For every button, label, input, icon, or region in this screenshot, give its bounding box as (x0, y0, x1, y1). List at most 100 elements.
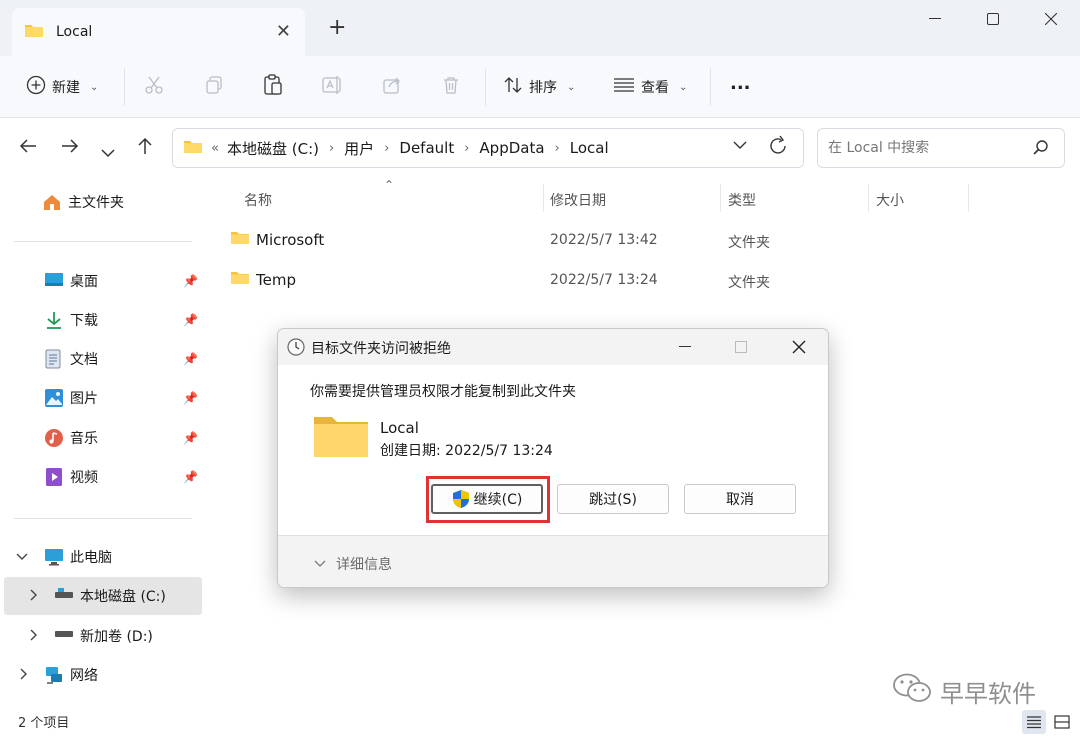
home-icon (42, 192, 62, 212)
close-window-button[interactable] (1022, 0, 1080, 38)
pin-icon[interactable]: 📌 (183, 352, 198, 366)
folder-icon (24, 22, 44, 42)
pin-icon[interactable]: 📌 (183, 470, 198, 484)
cancel-button[interactable]: 取消 (684, 484, 796, 514)
sidebar-item-label: 主文件夹 (68, 195, 124, 211)
tiles-view-button[interactable] (1050, 710, 1074, 734)
computer-icon (44, 547, 64, 567)
sidebar-item-label: 文档 (70, 352, 98, 368)
uac-shield-icon (452, 489, 470, 509)
pin-icon[interactable]: 📌 (183, 274, 198, 288)
chevron-right-icon[interactable]: › (329, 141, 334, 156)
column-divider[interactable] (968, 184, 969, 212)
sidebar-item-this-pc[interactable]: 此电脑 (0, 538, 206, 576)
column-header-name[interactable]: 名称 (244, 190, 272, 210)
delete-button[interactable] (441, 70, 461, 104)
tab-local[interactable]: Local ✕ (12, 8, 305, 56)
copy-button[interactable] (204, 70, 224, 104)
up-arrow-icon[interactable] (135, 136, 155, 161)
plus-circle-icon (26, 75, 46, 99)
view-button[interactable]: 查看 ⌄ (613, 70, 687, 104)
sidebar-item-desktop[interactable]: 桌面 📌 (0, 262, 206, 300)
sidebar-item-drive-c[interactable]: 本地磁盘 (C:) (4, 577, 202, 615)
dialog-close-button[interactable] (772, 333, 826, 361)
column-divider[interactable] (720, 184, 721, 212)
sidebar-item-label: 新加卷 (D:) (80, 629, 153, 645)
sidebar-item-network[interactable]: 网络 (0, 656, 206, 694)
sidebar-item-music[interactable]: 音乐 📌 (0, 419, 206, 457)
file-modified: 2022/5/7 13:42 (550, 232, 658, 248)
watermark: 早早软件 (892, 672, 1036, 710)
chevron-right-icon[interactable] (20, 668, 28, 683)
details-label: 详细信息 (336, 557, 392, 573)
search-icon[interactable] (1032, 139, 1050, 161)
paste-button[interactable] (263, 70, 283, 104)
crumb-default[interactable]: Default (399, 139, 454, 157)
crumb-local[interactable]: Local (570, 139, 609, 157)
crumb-appdata[interactable]: AppData (479, 139, 544, 157)
table-row[interactable]: Temp 2022/5/7 13:24 文件夹 (206, 260, 1080, 300)
chevron-right-icon[interactable] (30, 589, 38, 604)
crumb-drive-c[interactable]: 本地磁盘 (C:) (227, 138, 319, 159)
search-box[interactable] (817, 128, 1065, 168)
maximize-button[interactable] (964, 0, 1022, 38)
sidebar-item-downloads[interactable]: 下载 📌 (0, 301, 206, 339)
refresh-icon[interactable] (769, 135, 789, 162)
cut-button[interactable] (144, 70, 164, 104)
picture-icon (44, 388, 64, 408)
minimize-button[interactable] (906, 0, 964, 38)
skip-button[interactable]: 跳过(S) (557, 484, 669, 514)
forward-arrow-icon[interactable] (60, 136, 80, 161)
column-header-size[interactable]: 大小 (876, 190, 904, 210)
pin-icon[interactable]: 📌 (183, 431, 198, 445)
chevron-right-icon[interactable]: › (384, 141, 389, 156)
sidebar-item-documents[interactable]: 文档 📌 (0, 340, 206, 378)
column-divider[interactable] (868, 184, 869, 212)
address-history-chevron-icon[interactable] (733, 138, 747, 154)
column-divider[interactable] (543, 184, 544, 212)
new-button[interactable]: 新建 ⌄ (26, 70, 98, 104)
new-tab-button[interactable]: + (328, 17, 346, 39)
sidebar-item-videos[interactable]: 视频 📌 (0, 458, 206, 496)
crumb-users[interactable]: 用户 (344, 138, 374, 159)
chevron-down-icon: ⌄ (679, 81, 688, 93)
chevron-right-icon[interactable]: › (464, 141, 469, 156)
details-toggle[interactable]: 详细信息 (314, 554, 392, 574)
dialog-folder-name: Local (380, 419, 419, 437)
column-header-type[interactable]: 类型 (728, 190, 756, 210)
sidebar-item-label: 网络 (70, 668, 98, 684)
large-folder-icon (312, 413, 370, 463)
more-options-button[interactable]: ... (730, 66, 751, 100)
pin-icon[interactable]: 📌 (183, 391, 198, 405)
document-icon (44, 349, 64, 369)
sidebar-item-home[interactable]: 主文件夹 (0, 183, 206, 221)
overflow-crumb[interactable]: « (211, 141, 219, 156)
copy-icon (204, 75, 224, 99)
continue-button[interactable]: 继续(C) (431, 484, 543, 514)
sidebar-item-drive-d[interactable]: 新加卷 (D:) (0, 617, 206, 655)
column-header-modified[interactable]: 修改日期 (550, 190, 606, 210)
share-button[interactable] (382, 70, 402, 104)
details-view-button[interactable] (1022, 710, 1046, 734)
pin-icon[interactable]: 📌 (183, 313, 198, 327)
dialog-body: 你需要提供管理员权限才能复制到此文件夹 Local 创建日期: 2022/5/7… (278, 365, 828, 535)
table-row[interactable]: Microsoft 2022/5/7 13:42 文件夹 (206, 220, 1080, 260)
close-tab-icon[interactable]: ✕ (276, 21, 291, 42)
recent-chevron-down-icon[interactable] (100, 140, 116, 164)
share-icon (382, 75, 402, 99)
rename-button[interactable] (322, 70, 344, 104)
title-bar: Local ✕ + (0, 0, 1080, 56)
search-input[interactable] (828, 140, 1018, 156)
sort-arrows-icon (503, 75, 523, 99)
back-arrow-icon[interactable] (18, 136, 38, 161)
view-label: 查看 (641, 80, 669, 96)
chevron-down-icon[interactable] (16, 550, 28, 564)
sort-button[interactable]: 排序 ⌄ (503, 70, 575, 104)
drive-icon (54, 626, 74, 646)
chevron-right-icon[interactable] (30, 629, 38, 644)
sort-up-icon: ⌃ (384, 178, 395, 192)
dialog-minimize-button[interactable] (658, 333, 712, 361)
address-bar[interactable]: « 本地磁盘 (C:) › 用户 › Default › AppData › L… (172, 128, 804, 168)
chevron-right-icon[interactable]: › (555, 141, 560, 156)
sidebar-item-pictures[interactable]: 图片 📌 (0, 379, 206, 417)
